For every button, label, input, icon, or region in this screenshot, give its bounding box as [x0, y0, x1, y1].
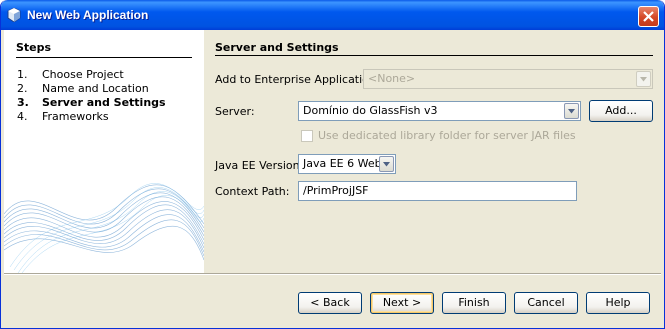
dropdown-arrow-icon [636, 71, 651, 87]
enterprise-app-label: Add to Enterprise Application: [215, 73, 380, 86]
enterprise-app-select[interactable]: <None> [363, 69, 653, 89]
step-server-and-settings: 3. Server and Settings [17, 96, 166, 109]
steps-divider [16, 57, 192, 58]
server-select[interactable]: Domínio do GlassFish v3 [298, 101, 581, 121]
step-choose-project: 1. Choose Project [17, 68, 124, 81]
step-label: Server and Settings [42, 96, 166, 109]
dialog-window: New Web Application Steps 1. Choose Proje… [0, 0, 665, 329]
javaee-version-select[interactable]: Java EE 6 Web [298, 154, 396, 174]
title-bar[interactable]: New Web Application [1, 0, 664, 30]
javaee-version-label: Java EE Version: [215, 159, 304, 172]
cancel-button[interactable]: Cancel [514, 292, 578, 314]
section-divider [215, 55, 653, 56]
server-settings-form: Server and Settings Add to Enterprise Ap… [204, 30, 661, 273]
steps-heading: Steps [16, 41, 52, 54]
add-server-button[interactable]: Add... [589, 100, 653, 122]
dropdown-arrow-icon [379, 156, 394, 172]
step-number: 2. [17, 82, 28, 95]
window-title: New Web Application [27, 8, 149, 22]
decorative-wave-graphic [4, 183, 204, 273]
finish-button[interactable]: Finish [442, 292, 506, 314]
step-label: Choose Project [42, 68, 124, 81]
context-path-value: /PrimProjJSF [303, 184, 369, 197]
footer-divider-highlight [4, 274, 661, 275]
dialog-client-area: Steps 1. Choose Project 2. Name and Locati… [4, 30, 661, 326]
close-button[interactable] [638, 6, 659, 27]
step-name-and-location: 2. Name and Location [17, 82, 149, 95]
javaee-version-value: Java EE 6 Web [303, 157, 382, 170]
section-heading: Server and Settings [215, 41, 339, 54]
library-folder-checkbox[interactable] [301, 130, 313, 142]
close-icon [643, 11, 654, 22]
step-label: Frameworks [42, 110, 109, 123]
server-value: Domínio do GlassFish v3 [303, 104, 438, 117]
dropdown-arrow-icon [564, 103, 579, 119]
context-path-label: Context Path: [215, 185, 290, 198]
help-button[interactable]: Help [586, 292, 650, 314]
step-number: 4. [17, 110, 28, 123]
step-label: Name and Location [42, 82, 149, 95]
library-folder-label: Use dedicated library folder for server … [318, 129, 576, 142]
steps-panel: Steps 1. Choose Project 2. Name and Locati… [4, 30, 204, 273]
context-path-field[interactable]: /PrimProjJSF [298, 181, 577, 201]
step-frameworks: 4. Frameworks [17, 110, 109, 123]
back-button[interactable]: < Back [298, 292, 362, 314]
server-label: Server: [215, 105, 255, 118]
enterprise-app-value: <None> [368, 72, 416, 85]
step-number: 3. [17, 96, 29, 109]
next-button[interactable]: Next > [370, 292, 434, 314]
step-number: 1. [17, 68, 28, 81]
netbeans-cube-icon [7, 8, 21, 22]
